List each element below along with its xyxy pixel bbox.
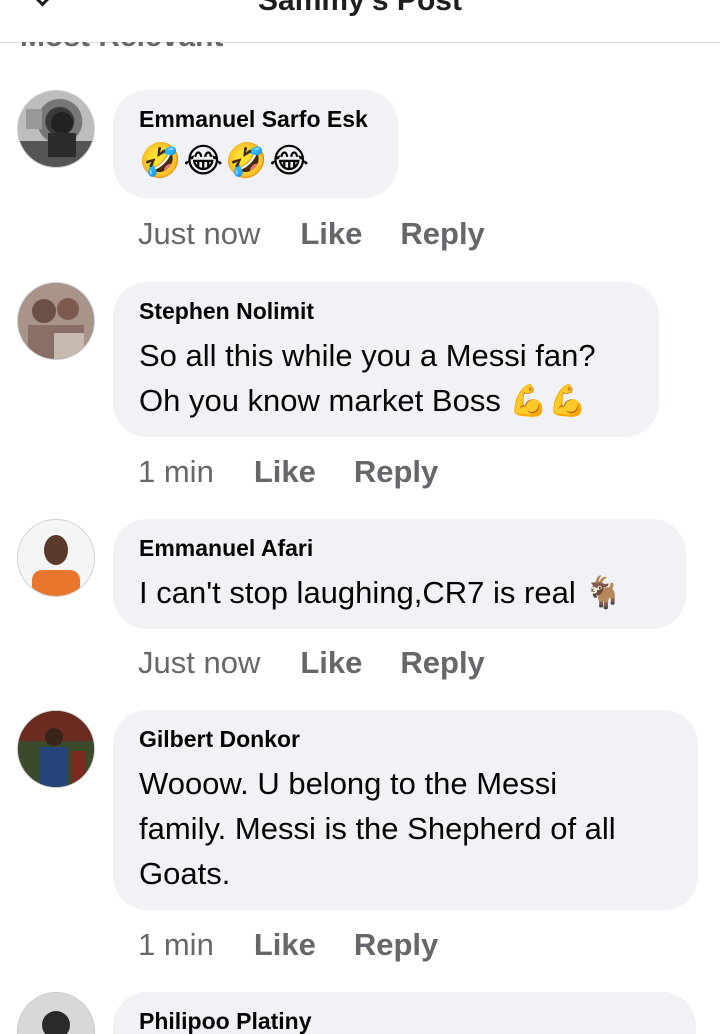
comment-text-line: Goats. (139, 856, 231, 891)
reply-button[interactable]: Reply (400, 216, 484, 252)
sort-bar[interactable]: Most Relevant (0, 42, 720, 52)
comment-bubble[interactable]: Stephen Nolimit So all this while you a … (113, 282, 659, 437)
avatar[interactable] (17, 519, 95, 597)
person-photo-icon (18, 109, 94, 167)
comment-time: 1 min (138, 927, 214, 962)
comment-author[interactable]: Gilbert Donkor (139, 726, 672, 753)
reply-button[interactable]: Reply (400, 645, 484, 681)
comment-actions: Just now Like Reply (138, 645, 523, 681)
person-speaking-stage-icon (18, 711, 94, 787)
emoji-reaction-text: 🤣😂🤣😂 (139, 142, 312, 180)
avatar[interactable] (17, 282, 95, 360)
comment-bubble[interactable]: Emmanuel Sarfo Esk 🤣😂🤣😂 (113, 90, 398, 198)
like-button[interactable]: Like (300, 645, 362, 681)
comment-text-line: family. Messi is the Shepherd of all (139, 811, 616, 846)
person-orange-shirt-icon (18, 520, 94, 596)
comment-text-line: Oh you know market Boss 💪💪 (139, 383, 587, 418)
person-photo-icon (18, 993, 94, 1034)
comment: Philipoo Platiny (0, 992, 720, 1034)
avatar[interactable] (17, 992, 95, 1034)
like-button[interactable]: Like (254, 927, 316, 963)
comment-author[interactable]: Emmanuel Sarfo Esk (139, 106, 372, 133)
sort-label[interactable]: Most Relevant (20, 42, 223, 52)
avatar[interactable] (17, 710, 95, 788)
comment-author[interactable]: Philipoo Platiny (139, 1008, 670, 1034)
comment-text-line: Wooow. U belong to the Messi (139, 766, 558, 801)
comment-actions: Just now Like Reply (138, 216, 523, 252)
comment-text: So all this while you a Messi fan? Oh yo… (139, 333, 633, 423)
comment-bubble[interactable]: Philipoo Platiny (113, 992, 696, 1034)
comment-actions: 1 min Like Reply (138, 454, 476, 490)
comment-text: I can't stop laughing,CR7 is real 🐐 (139, 575, 623, 610)
comment-author[interactable]: Stephen Nolimit (139, 298, 633, 325)
comment-bubble[interactable]: Gilbert Donkor Wooow. U belong to the Me… (113, 710, 698, 910)
comment-bubble[interactable]: Emmanuel Afari I can't stop laughing,CR7… (113, 519, 686, 629)
comment-time: Just now (138, 216, 261, 251)
comment-time: 1 min (138, 454, 214, 489)
reply-button[interactable]: Reply (354, 454, 438, 490)
comment-author[interactable]: Emmanuel Afari (139, 535, 660, 562)
comment-text-line: So all this while you a Messi fan? (139, 338, 596, 373)
avatar[interactable] (17, 90, 95, 168)
comment-time: Just now (138, 645, 261, 680)
like-button[interactable]: Like (300, 216, 362, 252)
comment-text: Wooow. U belong to the Messi family. Mes… (139, 761, 672, 896)
like-button[interactable]: Like (254, 454, 316, 490)
comment-actions: 1 min Like Reply (138, 927, 476, 963)
group-photo-icon (18, 283, 94, 359)
reply-button[interactable]: Reply (354, 927, 438, 963)
post-title: Sammy's Post (258, 0, 462, 17)
top-bar: Sammy's Post (0, 0, 720, 43)
